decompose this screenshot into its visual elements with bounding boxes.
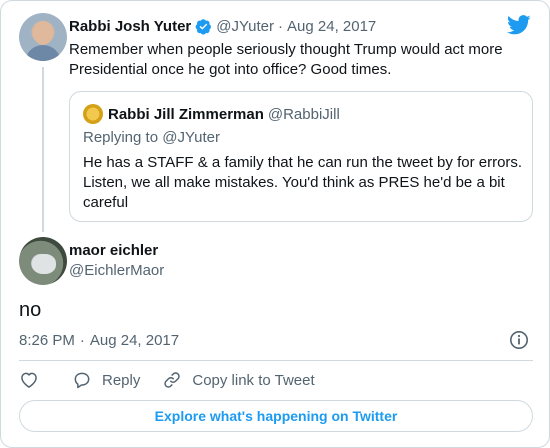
- parent-author-avatar[interactable]: [19, 13, 67, 61]
- quoted-author-name: Rabbi Jill Zimmerman: [108, 105, 264, 123]
- main-tweet-text: no: [19, 299, 42, 321]
- parent-tweet-date[interactable]: Aug 24, 2017: [287, 18, 376, 35]
- tweet-time[interactable]: 8:26 PM: [19, 332, 75, 349]
- like-button[interactable]: [19, 370, 39, 390]
- parent-tweet-text: Remember when people seriously thought T…: [69, 41, 503, 78]
- quoted-tweet-text: He has a STAFF & a family that he can ru…: [83, 154, 523, 211]
- quoted-author-avatar: [83, 104, 103, 124]
- tweet-date[interactable]: Aug 24, 2017: [90, 332, 179, 349]
- copy-link-button[interactable]: Copy link to Tweet: [162, 370, 315, 390]
- tweet-meta-separator: ·: [79, 331, 85, 349]
- quoted-replying-to: Replying to @JYuter: [83, 129, 220, 146]
- parent-author-name[interactable]: Rabbi Josh Yuter: [69, 18, 191, 35]
- parent-tweet-header: Rabbi Josh Yuter @JYuter · Aug 24, 2017: [69, 16, 376, 36]
- reply-label: Reply: [102, 371, 141, 389]
- heart-icon: [19, 370, 39, 390]
- reply-button[interactable]: Reply: [72, 370, 140, 390]
- verified-badge-icon: [195, 18, 212, 35]
- tweet-embed-card: Rabbi Josh Yuter @JYuter · Aug 24, 2017 …: [0, 0, 550, 448]
- main-author-handle[interactable]: @EichlerMaor: [69, 261, 164, 281]
- parent-author-handle[interactable]: @JYuter: [216, 18, 274, 35]
- thread-connector-line: [42, 67, 44, 232]
- main-author-avatar[interactable]: [19, 237, 67, 285]
- quoted-tweet[interactable]: Rabbi Jill Zimmerman @RabbiJill Replying…: [69, 91, 533, 222]
- explore-twitter-button[interactable]: Explore what's happening on Twitter: [19, 400, 533, 432]
- quoted-tweet-header: Rabbi Jill Zimmerman @RabbiJill: [83, 104, 340, 124]
- copy-link-label: Copy link to Tweet: [192, 371, 315, 389]
- action-divider: [19, 360, 533, 361]
- parent-header-separator: ·: [278, 17, 284, 35]
- reply-bubble-icon: [72, 370, 92, 390]
- info-icon[interactable]: [509, 330, 529, 350]
- main-author-name[interactable]: maor eichler: [69, 241, 158, 261]
- link-icon: [162, 370, 182, 390]
- tweet-timestamp[interactable]: 8:26 PM · Aug 24, 2017: [19, 330, 179, 350]
- quoted-author-handle: @RabbiJill: [267, 105, 340, 123]
- twitter-bird-icon[interactable]: [507, 15, 531, 35]
- tweet-actions: Reply Copy link to Tweet: [19, 369, 315, 391]
